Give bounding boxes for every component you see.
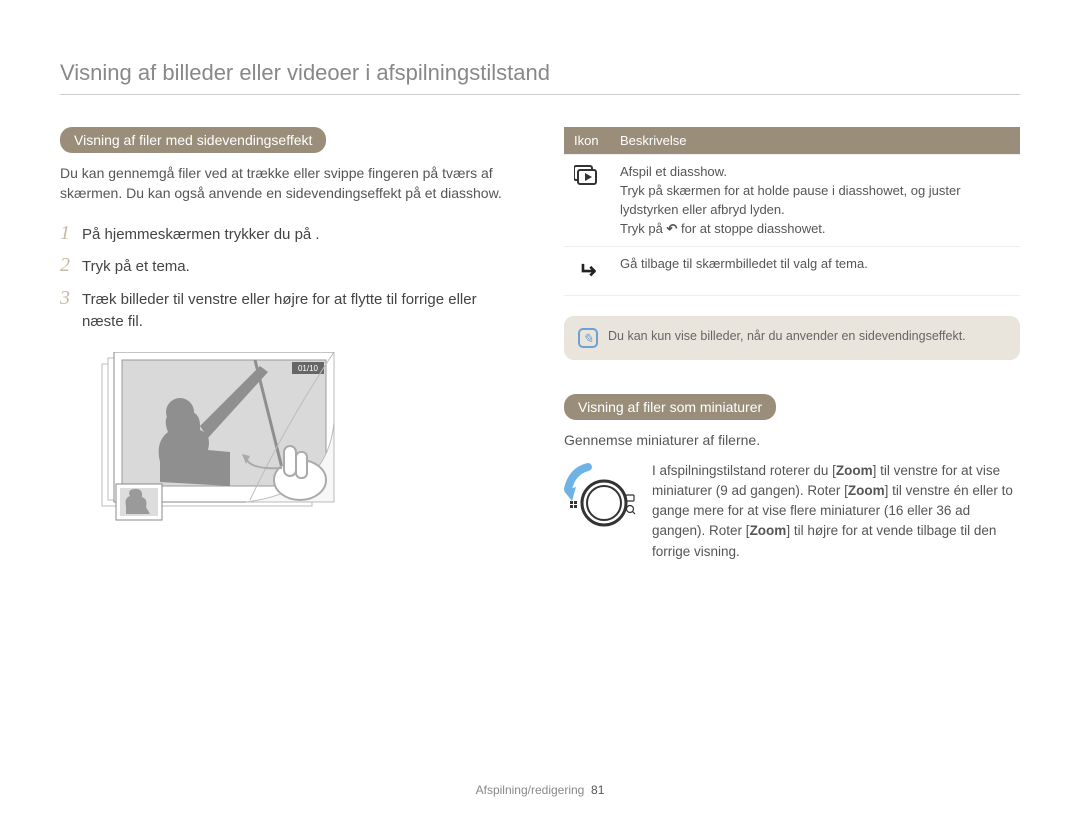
note-icon: ✎	[578, 328, 598, 348]
step-3: 3 Træk billeder til venstre eller højre …	[60, 287, 516, 334]
step-text: Tryk på et tema.	[82, 256, 190, 279]
desc-line: Afspil et diasshow.	[620, 163, 1010, 182]
table-row: ↵ Gå tilbage til skærmbilledet til valg …	[564, 247, 1020, 296]
step-1: 1 På hjemmeskærmen trykker du på .	[60, 222, 516, 247]
zoom-instruction-text: I afspilningstilstand roterer du [Zoom] …	[652, 461, 1020, 562]
table-header-desc: Beskrivelse	[610, 127, 1020, 155]
thumbnail-subtext: Gennemse miniaturer af filerne.	[564, 430, 1020, 450]
table-row: Afspil et diasshow. Tryk på skærmen for …	[564, 155, 1020, 247]
left-column: Visning af filer med sidevendingseffekt …	[60, 127, 516, 562]
step-number: 1	[60, 222, 82, 245]
icon-description-table: Ikon Beskrivelse	[564, 127, 1020, 296]
section-pill-side-turn: Visning af filer med sidevendingseffekt	[60, 127, 326, 153]
slide-play-icon	[574, 173, 600, 188]
step-text: Træk billeder til venstre eller højre fo…	[82, 289, 516, 334]
table-header-icon: Ikon	[564, 127, 610, 155]
note-text: Du kan kun vise billeder, når du anvende…	[608, 328, 966, 346]
note-box: ✎ Du kan kun vise billeder, når du anven…	[564, 316, 1020, 360]
page-footer: Afspilning/redigering 81	[0, 783, 1080, 797]
page-header: Visning af billeder eller videoer i afsp…	[60, 60, 1020, 95]
back-icon: ↶	[666, 221, 677, 236]
step-text: På hjemmeskærmen trykker du på .	[82, 224, 320, 247]
zoom-section: I afspilningstilstand roterer du [Zoom] …	[564, 461, 1020, 562]
content-columns: Visning af filer med sidevendingseffekt …	[60, 127, 1020, 562]
photo-counter: 01/10	[298, 364, 319, 373]
zoom-dial-icon	[564, 461, 636, 533]
swipe-illustration: 01/10	[100, 352, 380, 532]
return-icon: ↵	[578, 255, 596, 287]
intro-paragraph: Du kan gennemgå filer ved at trække elle…	[60, 163, 516, 204]
right-column: Ikon Beskrivelse	[564, 127, 1020, 562]
step-list: 1 På hjemmeskærmen trykker du på . 2 Try…	[60, 222, 516, 334]
section-pill-thumbnails: Visning af filer som miniaturer	[564, 394, 776, 420]
desc-line: Tryk på ↶ for at stoppe diasshowet.	[620, 220, 1010, 239]
step-2: 2 Tryk på et tema.	[60, 254, 516, 279]
step-number: 2	[60, 254, 82, 277]
step-number: 3	[60, 287, 82, 310]
desc-line: Tryk på skærmen for at holde pause i dia…	[620, 182, 1010, 220]
footer-section: Afspilning/redigering	[476, 783, 585, 797]
desc-line: Gå tilbage til skærmbilledet til valg af…	[610, 247, 1020, 296]
footer-page-number: 81	[591, 783, 604, 797]
